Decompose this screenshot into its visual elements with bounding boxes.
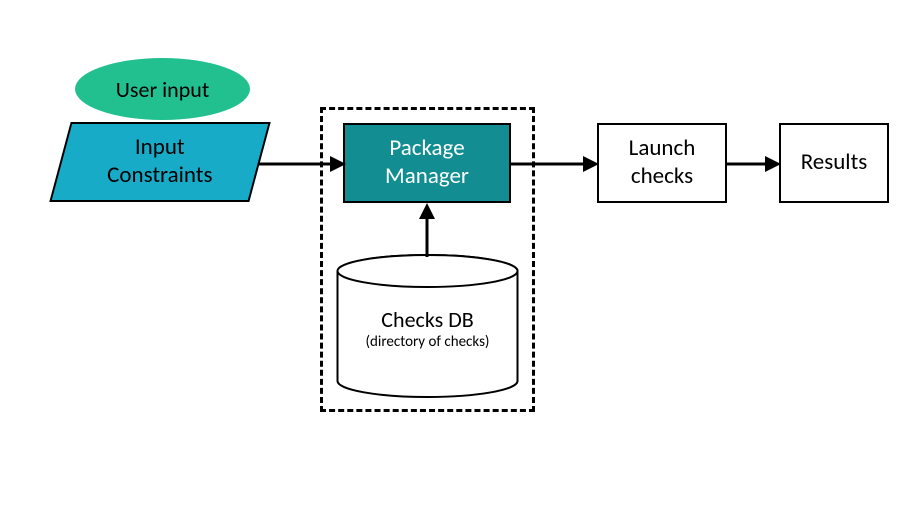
arrow-launch-to-results bbox=[727, 152, 781, 176]
node-input-constraints: Input Constraints bbox=[49, 122, 270, 202]
input-constraints-label: Input Constraints bbox=[107, 134, 212, 189]
package-manager-label: Package Manager bbox=[385, 135, 469, 190]
node-launch-checks: Launch checks bbox=[597, 123, 727, 203]
node-user-input: User input bbox=[75, 58, 250, 120]
node-checks-db: Checks DB (directory of checks) bbox=[335, 258, 520, 398]
arrow-input-to-package bbox=[258, 152, 346, 176]
launch-checks-label: Launch checks bbox=[629, 135, 696, 190]
node-results: Results bbox=[779, 123, 889, 203]
diagram-canvas: User input Input Constraints Package Man… bbox=[0, 0, 900, 506]
user-input-label: User input bbox=[116, 76, 209, 103]
arrow-package-to-launch bbox=[511, 152, 599, 176]
arrow-checks-to-package bbox=[415, 203, 439, 261]
node-package-manager: Package Manager bbox=[343, 123, 511, 203]
results-label: Results bbox=[801, 149, 868, 177]
